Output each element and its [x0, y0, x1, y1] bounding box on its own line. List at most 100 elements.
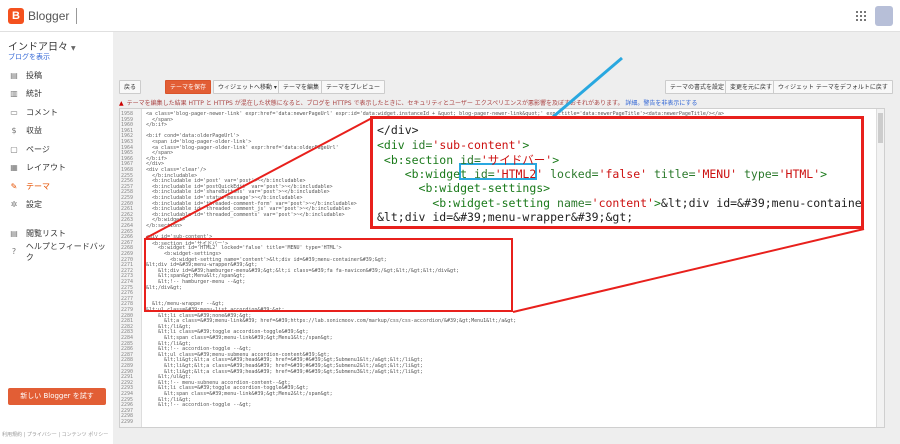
- zoom-code-line: </div>: [377, 123, 419, 137]
- sidebar-item-stats[interactable]: ▥ 統計: [0, 85, 113, 104]
- sidebar-item-label: ページ: [26, 144, 50, 154]
- sidebar-item-gear[interactable]: ✲ 設定: [0, 196, 113, 215]
- try-new-blogger-button[interactable]: 新しい Blogger を試す: [8, 388, 106, 405]
- sidebar-item-comment[interactable]: ▭ コメント: [0, 103, 113, 122]
- line-number-gutter: 1958 1959 1960 1961 1962 1963 1964 1965 1966 1967…: [120, 109, 142, 427]
- code-token: >: [653, 195, 661, 210]
- edit-theme-button[interactable]: テーマを編集: [278, 80, 325, 94]
- code-token: locked=: [543, 166, 599, 181]
- code-line[interactable]: &lt;a class=&#39;menu-link&#39; href=&#3…: [146, 318, 516, 324]
- sidebar-item-help[interactable]: ? ヘルプとフィードバック: [0, 241, 113, 262]
- code-token: id=: [460, 153, 481, 167]
- sidebar-item-label: 閲覧リスト: [26, 228, 66, 238]
- sidebar-item-label: テーマ: [26, 181, 50, 191]
- zoom-code-line: <b:widget id='HTML2' locked='false' titl…: [377, 167, 827, 181]
- code-token: >: [552, 153, 560, 167]
- code-token: <b:widget-setting: [377, 195, 558, 210]
- code-token: 'HTML': [778, 166, 821, 181]
- editor-scrollbar[interactable]: [876, 109, 884, 427]
- warning-text: テーマを編集した結果 HTTP と HTTPS が混在した状態になると、ブログを…: [126, 100, 624, 107]
- code-token: 'sub-content': [432, 137, 523, 152]
- sidebar-item-layout[interactable]: ▦ レイアウト: [0, 159, 113, 178]
- reading-list-icon: ▤: [10, 228, 18, 238]
- http-warning: ▲ テーマを編集した結果 HTTP と HTTPS が混在した状態になると、ブログ…: [119, 98, 894, 108]
- code-token: &lt;div id=&#39;menu-wrapper&#39;&gt;: [377, 210, 634, 224]
- warning-icon: ▲: [119, 100, 124, 107]
- reset-widgets-button[interactable]: ウィジェット テーマをデフォルトに戻す: [773, 80, 893, 94]
- line-number: 2299: [121, 419, 134, 425]
- sidebar-item-label: 統計: [26, 89, 42, 99]
- avatar[interactable]: [875, 6, 893, 26]
- zoomed-code-callout: </div> <div id='sub-content'> <b:section …: [370, 116, 864, 229]
- code-token: <b:widget-settings>: [377, 181, 551, 195]
- view-blog-link[interactable]: ブログを表示: [8, 52, 50, 62]
- help-icon: ?: [11, 247, 17, 257]
- footer-links[interactable]: 利用規約 | プライバシー | コンテンツ ポリシー: [2, 431, 108, 438]
- save-theme-button[interactable]: テーマを保存: [165, 80, 212, 94]
- revert-button[interactable]: 変更を元に戻す: [725, 80, 778, 94]
- code-token: 'HTML2': [494, 166, 544, 181]
- page-icon: ▢: [10, 144, 18, 154]
- sidebar-item-label: 収益: [26, 126, 42, 136]
- code-token: <b:widget: [377, 166, 474, 181]
- stats-icon: ▥: [10, 89, 18, 99]
- zoom-code-line: <b:widget-settings>: [377, 181, 551, 195]
- comment-icon: ▭: [10, 107, 18, 117]
- code-line[interactable]: </b:if>: [146, 122, 167, 128]
- code-line[interactable]: <a class='blog-pager-older-link' expr:hr…: [146, 145, 339, 151]
- editor-toolbar: 戻る テーマを保存 ウィジェットへ移動 ▾ テーマを編集 テーマをプレビュー テ…: [113, 32, 900, 98]
- nav-separator: [0, 214, 113, 224]
- zoom-code-line: <b:widget-setting name='content'>&lt;div…: [377, 195, 864, 210]
- sidebar: インドア日々 ▼ ブログを表示 ▤ 投稿 ▥ 統計 ▭ コメント $ 収益 ▢ ページ ▦ レイアウト ✎…: [0, 32, 113, 444]
- sidebar-item-label: 設定: [26, 200, 42, 210]
- sidebar-item-dollar[interactable]: $ 収益: [0, 122, 113, 141]
- sidebar-item-reading-list[interactable]: ▤ 閲覧リスト: [0, 224, 113, 243]
- code-token: >: [820, 166, 828, 181]
- code-token: </div>: [377, 123, 419, 137]
- code-token: &lt;div id=&#39;menu-container&: [660, 195, 864, 210]
- sidebar-item-label: 投稿: [26, 70, 42, 80]
- code-token: 'content': [591, 195, 654, 210]
- jump-to-widget-dropdown[interactable]: ウィジェットへ移動 ▾: [213, 80, 282, 94]
- dollar-icon: $: [11, 126, 17, 136]
- app-title: Blogger: [28, 9, 70, 23]
- preview-theme-button[interactable]: テーマをプレビュー: [321, 80, 386, 94]
- blog-selector[interactable]: インドア日々 ▼: [8, 38, 76, 53]
- code-line[interactable]: </b:section>: [146, 223, 182, 229]
- apps-grid-icon[interactable]: [856, 11, 866, 21]
- code-token: type=: [737, 166, 779, 181]
- theme-icon: ✎: [10, 181, 18, 191]
- highlight-box: [144, 238, 513, 312]
- sidebar-item-label: ヘルプとフィードバック: [25, 241, 106, 262]
- warning-link[interactable]: 詳細。警告を非表示にする: [625, 100, 697, 107]
- code-token: >: [522, 137, 530, 152]
- sidebar-item-label: レイアウト: [26, 163, 66, 173]
- sidebar-item-label: コメント: [26, 107, 58, 117]
- code-token: <div: [377, 137, 412, 152]
- divider: [76, 8, 77, 24]
- scrollbar-thumb[interactable]: [878, 113, 883, 143]
- gear-icon: ✲: [10, 200, 18, 210]
- code-line[interactable]: &lt;!-- accordion-toggle --&gt;: [146, 402, 251, 408]
- caret-down-icon: ▼: [71, 45, 76, 52]
- format-theme-button[interactable]: テーマの書式を設定: [665, 80, 730, 94]
- code-token: <b:section: [377, 153, 461, 167]
- zoom-code-line: <div id='sub-content'>: [377, 138, 529, 152]
- code-token: title=: [647, 166, 696, 181]
- code-token: 'MENU': [695, 166, 738, 181]
- blogger-logo[interactable]: B: [8, 8, 24, 24]
- sidebar-item-theme[interactable]: ✎ テーマ: [0, 177, 113, 196]
- sidebar-item-page[interactable]: ▢ ページ: [0, 140, 113, 159]
- top-bar: B Blogger: [0, 0, 900, 32]
- code-token: 'false': [598, 166, 648, 181]
- code-token: name=: [557, 195, 592, 210]
- back-button[interactable]: 戻る: [119, 80, 142, 94]
- layout-icon: ▦: [10, 163, 18, 173]
- code-token: 'サイドバー': [480, 153, 553, 167]
- code-token: id=: [473, 166, 495, 181]
- zoom-code-line: &lt;div id=&#39;menu-wrapper&#39;&gt;: [377, 210, 633, 224]
- posts-icon: ▤: [10, 70, 18, 80]
- code-token: id=: [411, 137, 433, 152]
- sidebar-item-posts[interactable]: ▤ 投稿: [0, 66, 113, 85]
- sidebar-nav: ▤ 投稿 ▥ 統計 ▭ コメント $ 収益 ▢ ページ ▦ レイアウト ✎ テーマ ✲ 設定 ▤ 閲覧リスト? ヘル…: [0, 66, 113, 262]
